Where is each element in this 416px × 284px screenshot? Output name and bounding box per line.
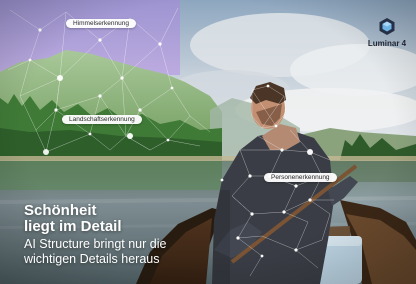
brand-lockup: Luminar 4	[362, 18, 412, 49]
sky-detection-label: Himmelserkennung	[66, 19, 136, 28]
luminar-ad-banner[interactable]: Himmelserkennung Landschaftserkennung Pe…	[0, 0, 416, 284]
headline-line-2: liegt im Detail	[24, 218, 122, 235]
landscape-detection-label: Landschaftserkennung	[62, 115, 142, 124]
brand-name: Luminar 4	[367, 39, 407, 48]
headline: Schönheit liegt im Detail	[24, 203, 122, 235]
subheadline-line-1: AI Structure bringt nur die	[24, 237, 167, 251]
person-detection-label: Personenerkennung	[264, 173, 337, 182]
luminar-hexagon-icon	[379, 18, 395, 35]
headline-line-1: Schönheit	[24, 202, 97, 219]
subheadline-line-2: wichtigen Details heraus	[24, 252, 160, 266]
subheadline: AI Structure bringt nur die wichtigen De…	[24, 237, 166, 267]
